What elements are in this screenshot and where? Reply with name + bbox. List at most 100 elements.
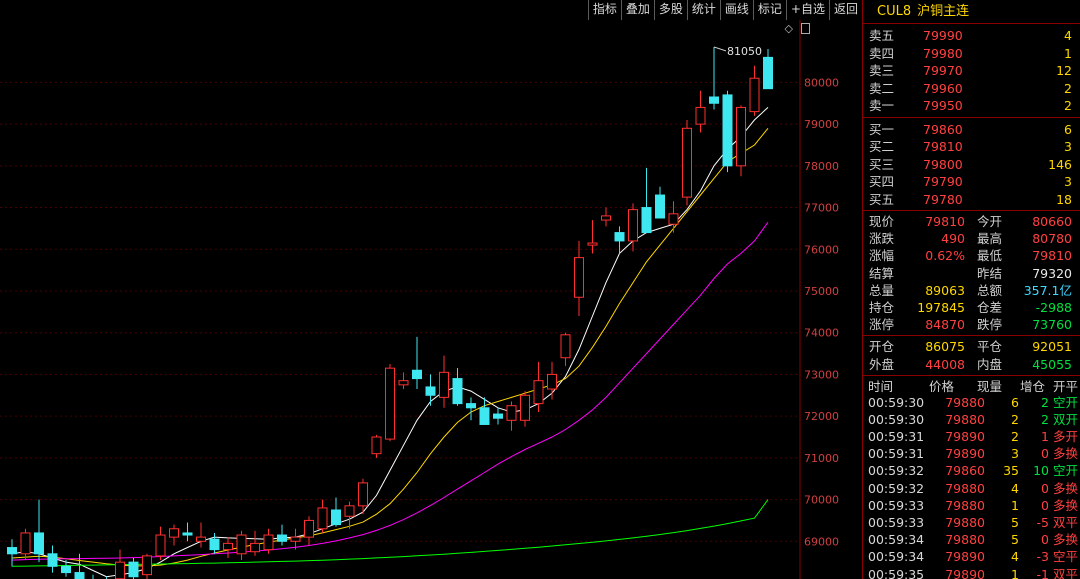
stats-label: 涨幅: [869, 248, 895, 264]
candle-body: [439, 371, 449, 398]
candle: [317, 499, 328, 533]
bids-label: 买二: [869, 139, 895, 154]
stats-label: 最低: [977, 248, 1003, 264]
tick-type: 双平: [1052, 515, 1078, 530]
toolbar-button-0[interactable]: 指标: [587, 0, 621, 20]
tick-price: 79860: [945, 463, 985, 479]
candle: [196, 522, 206, 548]
y-tick-label: 78000: [804, 160, 839, 173]
candle-body: [236, 534, 247, 555]
tick-type: 空开: [1052, 463, 1078, 479]
candle: [7, 539, 17, 567]
toolbar-button-5[interactable]: 标记: [752, 0, 786, 20]
stats-value: 80780: [1032, 231, 1072, 247]
stats-value: 79320: [1032, 265, 1072, 281]
asks-label: 卖三: [869, 63, 895, 78]
candle-body: [736, 106, 746, 167]
candle: [466, 397, 476, 421]
candle: [574, 240, 584, 317]
candle-body: [250, 542, 260, 553]
candle: [34, 499, 44, 563]
stats-label: 仓差: [977, 299, 1003, 315]
oc-label: 开仓: [869, 339, 895, 355]
candle: [20, 528, 31, 561]
candle-body: [155, 534, 166, 557]
tick-volume: 6: [1011, 394, 1019, 410]
bids-price: 79790: [923, 174, 963, 189]
toolbar-button-7[interactable]: 返回: [828, 0, 862, 20]
oc-label: 内盘: [977, 356, 1003, 372]
bids-volume: 3: [1064, 139, 1072, 154]
candle-body: [128, 561, 139, 578]
bids-price: 79860: [923, 121, 963, 137]
tick-oi-change: -5: [1036, 515, 1049, 530]
candle-body: [331, 509, 341, 526]
tick-price: 79890: [945, 429, 985, 445]
tick-oi-change: -1: [1036, 566, 1049, 579]
toolbar-button-4[interactable]: 画线: [719, 0, 753, 20]
candle: [695, 90, 706, 133]
asks-label: 卖二: [869, 80, 895, 96]
tick-volume: 35: [1003, 463, 1019, 479]
candle-body: [452, 378, 463, 405]
asks-row: 卖三 79970 12: [863, 62, 1080, 80]
tick-list: 时间 价格 现量 增仓 开平 00:59:30 79880 6 2 空开 00:59:30…: [863, 376, 1080, 579]
stats-value: 490: [941, 231, 965, 247]
candle: [47, 545, 58, 573]
candle-body: [628, 209, 638, 242]
tick-price: 79880: [945, 497, 985, 513]
asks-volume: 1: [1064, 45, 1072, 61]
stats-label: 现价: [869, 214, 895, 229]
y-tick-label: 69000: [804, 535, 839, 548]
bids-label: 买一: [869, 121, 895, 137]
tick-type: 多换: [1052, 480, 1078, 496]
candle-body: [385, 367, 395, 440]
bids-volume: 6: [1064, 121, 1072, 137]
candle-body: [695, 106, 706, 125]
kline-chart-svg: 6800069000700007100072000730007400075000…: [0, 20, 839, 579]
bids-price: 79810: [923, 139, 963, 154]
candle: [425, 374, 436, 406]
tick-header-type: 开平: [1052, 378, 1078, 394]
tick-price: 79880: [945, 411, 985, 427]
candle-body: [263, 534, 274, 551]
bids-label: 买三: [869, 156, 895, 172]
stats-value: 84870: [925, 317, 965, 333]
bids-row: 买三 79800 146: [863, 156, 1080, 174]
oc-value: 92051: [1032, 339, 1072, 355]
oc-value: 86075: [925, 339, 965, 355]
candle: [92, 574, 94, 579]
candle-body: [223, 542, 233, 551]
candle-body: [20, 532, 31, 555]
kline-chart[interactable]: 6800069000700007100072000730007400075000…: [0, 20, 862, 579]
candle-body: [682, 127, 692, 198]
candle: [655, 186, 665, 219]
asks-volume: 12: [1056, 63, 1072, 78]
candle: [263, 528, 274, 554]
toolbar-button-3[interactable]: 统计: [686, 0, 720, 20]
tick-header-zc: 增仓: [1019, 378, 1045, 394]
candle: [547, 361, 557, 400]
stats-row: 结算 昨结 79320: [863, 265, 1080, 282]
tick-oi-change: 10: [1033, 463, 1049, 479]
tick-oi-change: 2: [1041, 411, 1049, 427]
candle: [209, 532, 220, 554]
toolbar-button-2[interactable]: 多股: [653, 0, 687, 20]
asks-row: 卖四 79980 1: [863, 45, 1080, 63]
instrument-code: CUL8: [877, 4, 912, 19]
candle-body: [34, 532, 44, 555]
candle: [587, 220, 598, 254]
candle: [344, 501, 355, 529]
open-close-stats: 开仓 86075 平仓 92051 外盘 44008 内盘 45055: [863, 336, 1080, 376]
stats-value: -2988: [1035, 299, 1072, 315]
candle: [506, 401, 517, 431]
toolbar-button-6[interactable]: +自选: [785, 0, 829, 20]
candle-body: [290, 536, 301, 542]
candle: [115, 549, 125, 579]
candle: [371, 434, 382, 458]
candle: [182, 522, 193, 542]
y-tick-label: 80000: [804, 76, 839, 89]
tick-time: 00:59:30: [868, 411, 925, 427]
toolbar-button-1[interactable]: 叠加: [620, 0, 654, 20]
candle-body: [533, 380, 544, 405]
